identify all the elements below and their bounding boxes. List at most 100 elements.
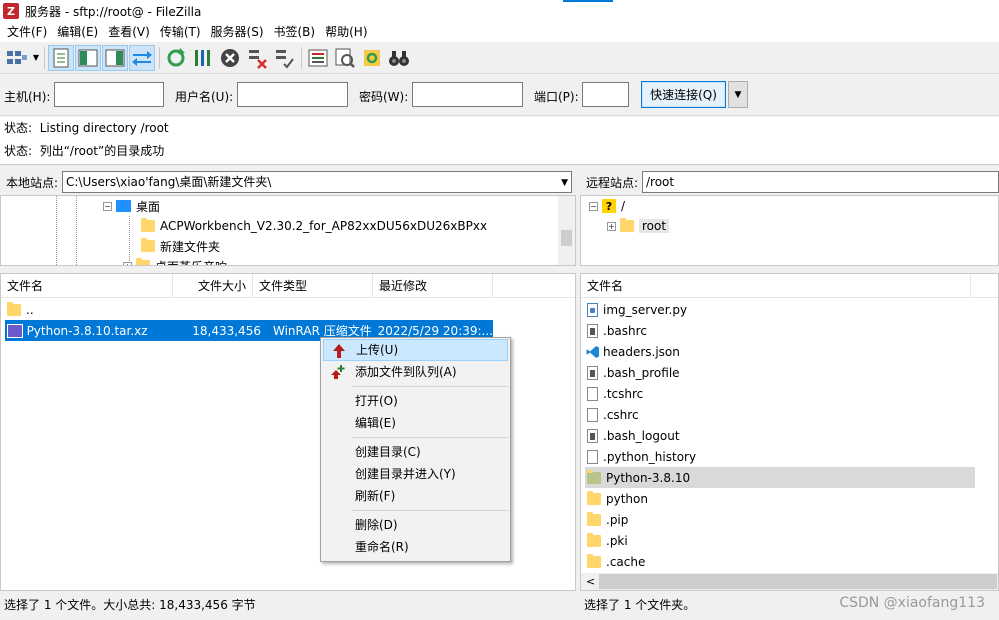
tree-item-label: ACPWorkbench_V2.30.2_for_AP82xxDU56xDU26…: [160, 219, 488, 233]
file-name: .pki: [606, 533, 628, 548]
desktop-icon: [116, 200, 131, 212]
file-name: .python_history: [603, 449, 697, 464]
chevron-down-icon[interactable]: ▼: [561, 175, 568, 191]
port-label: 端口(P):: [534, 90, 579, 104]
menu-item-label: 编辑(E): [355, 416, 396, 430]
local-path-combo[interactable]: C:\Users\xiao'fang\桌面\新建文件夹\ ▼: [62, 171, 572, 193]
remote-file-row[interactable]: .python_history: [587, 446, 696, 467]
remote-file-row[interactable]: .tcshrc: [587, 383, 643, 404]
column-filetype[interactable]: 文件类型: [253, 274, 373, 298]
compare-button[interactable]: [332, 45, 358, 71]
disconnect-button[interactable]: [244, 45, 270, 71]
menu-item-refresh[interactable]: 刷新(F): [323, 485, 508, 507]
menu-item-rename[interactable]: 重命名(R): [323, 536, 508, 558]
tree-item-folder[interactable]: + 桌面蒸乐音响: [123, 256, 227, 265]
tree-line: [76, 196, 77, 265]
collapse-icon[interactable]: −: [589, 201, 598, 211]
scroll-left-icon[interactable]: <: [586, 573, 595, 590]
toggle-log-button[interactable]: [48, 44, 74, 71]
remote-file-row[interactable]: .bashrc: [587, 320, 647, 341]
remote-file-row-selected[interactable]: Python-3.8.10: [585, 467, 975, 488]
remote-file-row[interactable]: .bash_profile: [587, 362, 680, 383]
vscode-file-icon: [586, 344, 600, 359]
expand-icon[interactable]: +: [607, 221, 616, 231]
host-input[interactable]: [54, 82, 164, 107]
menu-help[interactable]: 帮助(H): [320, 22, 372, 42]
filter-icon: [308, 49, 328, 66]
remote-file-row[interactable]: headers.json: [586, 341, 680, 362]
toggle-local-tree-button[interactable]: [75, 44, 101, 71]
column-filename[interactable]: 文件名: [581, 274, 971, 298]
remote-file-list: 文件名 img_server.py .bashrc headers.json .…: [580, 273, 999, 591]
file-icon: [587, 449, 598, 464]
local-tree-scrollbar[interactable]: [558, 196, 575, 265]
local-site-label: 本地站点:: [6, 175, 59, 190]
menu-item-open[interactable]: 打开(O): [323, 390, 508, 412]
port-input[interactable]: [582, 82, 629, 107]
quickconnect-dropdown[interactable]: ▼: [728, 81, 748, 108]
file-modified: 2022/5/29 20:39:...: [377, 323, 493, 338]
remote-file-row[interactable]: .pki: [587, 530, 628, 551]
file-row-parent[interactable]: ..: [7, 299, 487, 320]
process-queue-button[interactable]: [190, 45, 216, 71]
tree-item-folder[interactable]: 新建文件夹: [141, 236, 220, 256]
filezilla-icon: Z: [3, 3, 19, 19]
password-input[interactable]: [412, 82, 523, 107]
remote-path-combo[interactable]: /root: [642, 171, 999, 193]
sync-browse-button[interactable]: [359, 45, 385, 71]
cancel-operation-button[interactable]: [217, 45, 243, 71]
search-compare-icon: [335, 48, 355, 68]
scrollbar-thumb[interactable]: [561, 230, 572, 246]
config-file-icon: [587, 428, 598, 443]
collapse-icon[interactable]: −: [103, 201, 112, 211]
menu-item-edit[interactable]: 编辑(E): [323, 412, 508, 434]
log-text: 列出“/root”的目录成功: [39, 144, 165, 158]
menu-edit[interactable]: 编辑(E): [52, 22, 103, 42]
toggle-remote-tree-button[interactable]: [102, 44, 128, 71]
username-input[interactable]: [237, 82, 348, 107]
folder-icon: [587, 490, 601, 505]
local-site-bar: 本地站点: C:\Users\xiao'fang\桌面\新建文件夹\ ▼: [0, 170, 576, 194]
tree-item-root-folder[interactable]: + root: [607, 216, 670, 236]
remote-file-row[interactable]: img_server.py: [587, 299, 687, 320]
remote-file-row[interactable]: .bash_logout: [587, 425, 680, 446]
menu-item-delete[interactable]: 删除(D): [323, 514, 508, 536]
menu-item-upload[interactable]: 上传(U): [323, 339, 508, 361]
column-modified[interactable]: 最近修改: [373, 274, 493, 298]
menu-file[interactable]: 文件(F): [2, 22, 52, 42]
search-files-button[interactable]: [386, 45, 412, 71]
scrollbar-thumb[interactable]: [599, 574, 997, 589]
tree-item-folder[interactable]: ACPWorkbench_V2.30.2_for_AP82xxDU56xDU26…: [141, 216, 487, 236]
log-line: 状态: Listing directory /root: [4, 120, 169, 136]
tree-item-root[interactable]: − ? /: [589, 196, 625, 216]
menu-bookmarks[interactable]: 书签(B): [269, 22, 321, 42]
remote-file-row[interactable]: .cache: [587, 551, 645, 572]
tree-item-label: 桌面: [136, 199, 161, 214]
remote-file-row[interactable]: .cshrc: [587, 404, 639, 425]
remote-directory-tree: − ? / + root: [580, 195, 999, 266]
menu-view[interactable]: 查看(V): [103, 22, 155, 42]
file-name: ..: [26, 302, 34, 317]
reconnect-button[interactable]: [271, 45, 297, 71]
menu-transfer[interactable]: 传输(T): [155, 22, 206, 42]
toggle-queue-button[interactable]: [129, 44, 155, 71]
column-filesize[interactable]: 文件大小: [173, 274, 253, 298]
menu-item-create-dir[interactable]: 创建目录(C): [323, 441, 508, 463]
menu-item-label: 创建目录(C): [355, 445, 421, 459]
quickconnect-button[interactable]: 快速连接(Q): [641, 81, 726, 108]
refresh-button[interactable]: [163, 45, 189, 71]
menu-item-add-to-queue[interactable]: 添加文件到队列(A): [323, 361, 508, 383]
menu-item-create-dir-enter[interactable]: 创建目录并进入(Y): [323, 463, 508, 485]
local-directory-tree: − 桌面 ACPWorkbench_V2.30.2_for_AP82xxDU56…: [0, 195, 576, 266]
remote-list-hscrollbar[interactable]: <: [581, 573, 998, 590]
menu-server[interactable]: 服务器(S): [206, 22, 269, 42]
site-manager-button[interactable]: [4, 45, 30, 71]
directory-filter-button[interactable]: [305, 45, 331, 71]
remote-file-row[interactable]: .pip: [587, 509, 628, 530]
reconnect-icon: [276, 49, 294, 69]
remote-file-row[interactable]: python: [587, 488, 648, 509]
site-manager-dropdown[interactable]: ▼: [31, 45, 41, 71]
toolbar-separator: [159, 46, 160, 69]
tree-item-desktop[interactable]: − 桌面: [103, 196, 160, 216]
expand-icon[interactable]: +: [123, 261, 132, 265]
